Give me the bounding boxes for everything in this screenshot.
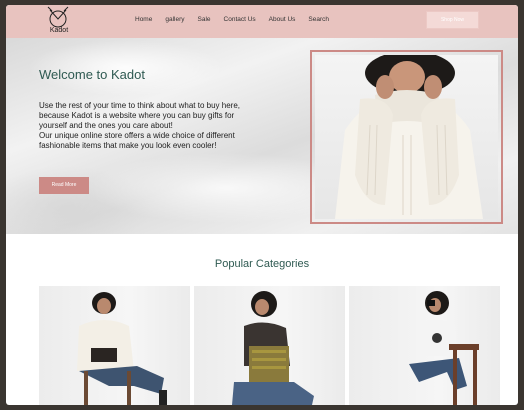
black-top-model-image	[232, 291, 314, 405]
category-card[interactable]	[194, 286, 345, 405]
categories-title: Popular Categories	[214, 258, 310, 270]
hero-section: Welcome to Kadot Use the rest of your ti…	[6, 38, 518, 234]
hero-text-line: because Kadot is a website where you can…	[39, 111, 235, 120]
white-tshirt-model-image	[409, 291, 479, 405]
hero-description: Use the rest of your time to think about…	[39, 101, 269, 151]
nav-gallery[interactable]: gallery	[165, 16, 184, 23]
site-header: Kadot Home gallery Sale Contact Us About…	[6, 5, 518, 38]
browser-viewport: Kadot Home gallery Sale Contact Us About…	[6, 5, 518, 405]
category-card[interactable]	[39, 286, 190, 405]
hero-image-frame	[310, 50, 503, 224]
hero-title: Welcome to Kadot	[39, 67, 145, 82]
hero-text-line: Use the rest of your time to think about…	[39, 101, 240, 110]
hero-text-line: Our unique online store offers a wide ch…	[39, 131, 235, 140]
shop-now-button[interactable]: Shop Now	[426, 11, 479, 29]
nav-sale[interactable]: Sale	[198, 16, 211, 23]
logo-text[interactable]: Kadot	[46, 27, 72, 34]
hero-text-line: yourself and the ones you care about!	[39, 121, 173, 130]
category-card[interactable]	[349, 286, 500, 405]
white-sweater-model-image	[77, 292, 167, 405]
nav-about-us[interactable]: About Us	[269, 16, 296, 23]
hero-model-image	[315, 55, 498, 219]
read-more-button[interactable]: Read More	[39, 177, 89, 194]
hero-text-line: fashionable items that make you look eve…	[39, 141, 217, 150]
nav-contact-us[interactable]: Contact Us	[224, 16, 256, 23]
main-nav: Home gallery Sale Contact Us About Us Se…	[135, 16, 342, 23]
nav-home[interactable]: Home	[135, 16, 152, 23]
nav-search[interactable]: Search	[308, 16, 329, 23]
